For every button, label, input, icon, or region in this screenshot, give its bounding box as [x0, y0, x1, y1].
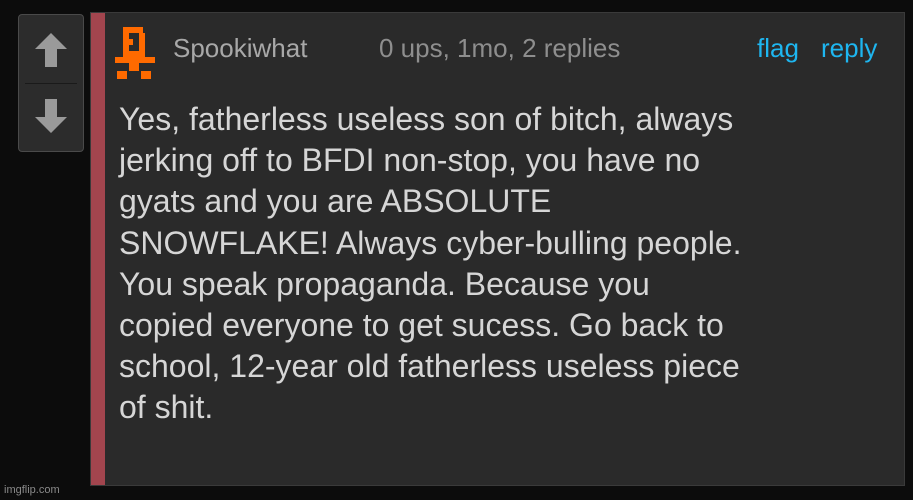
username-link[interactable]: Spookiwhat: [173, 33, 307, 64]
vote-divider: [25, 83, 77, 84]
watermark: imgflip.com: [4, 484, 60, 496]
comment-meta: 0 ups, 1mo, 2 replies: [379, 33, 621, 63]
comment-body: Yes, fatherless useless son of bitch, al…: [119, 99, 899, 429]
comment-line: Yes, fatherless useless son of bitch, al…: [119, 101, 734, 137]
comment-line: You speak propaganda. Because you: [119, 265, 650, 302]
arrow-down-icon: [35, 99, 67, 133]
reply-link[interactable]: reply: [821, 33, 877, 64]
upvote-button[interactable]: [25, 21, 77, 79]
comment-line: gyats and you are ABSOLUTE: [119, 183, 552, 220]
arrow-up-icon: [35, 33, 67, 67]
comment-line: copied everyone to get sucess. Go back t…: [119, 307, 724, 344]
comment-line: SNOWFLAKE! Always cyber-bulling people.: [119, 224, 742, 261]
vote-box: [18, 14, 84, 152]
comment-line: school, 12-year old fatherless useless p…: [119, 348, 740, 385]
comment-line: of shit.: [119, 389, 214, 426]
pixel-avatar-icon[interactable]: [113, 25, 157, 83]
flag-link[interactable]: flag: [757, 33, 799, 64]
comment-card: Spookiwhat 0 ups, 1mo, 2 replies flag re…: [90, 12, 905, 486]
downvote-button[interactable]: [25, 87, 77, 145]
comment-accent-bar: [91, 13, 105, 485]
comment-line: jerking off to BFDI non-stop, you have n…: [119, 142, 701, 179]
